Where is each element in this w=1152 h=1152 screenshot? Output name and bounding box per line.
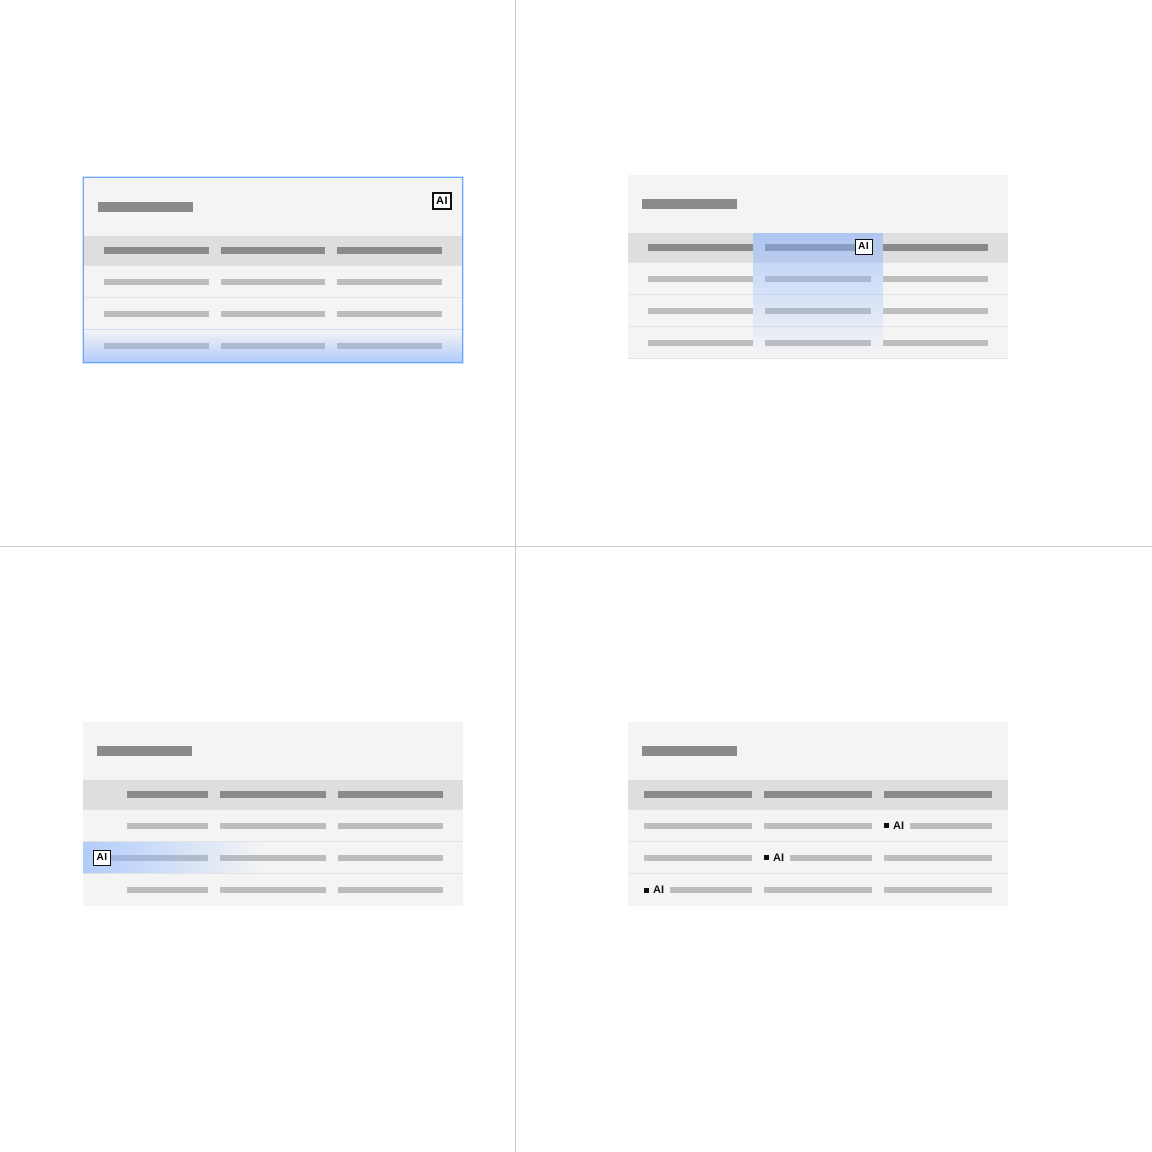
cell-placeholder bbox=[648, 276, 753, 282]
cell-placeholder bbox=[764, 823, 872, 829]
column-header-placeholder bbox=[648, 244, 753, 251]
column-headers-row: AI bbox=[628, 233, 1008, 263]
cell-placeholder bbox=[221, 279, 326, 285]
column-header-placeholder bbox=[644, 791, 752, 798]
table-row[interactable] bbox=[84, 266, 462, 298]
table-row[interactable]: AI bbox=[83, 842, 463, 874]
ai-badge-label: AI bbox=[97, 853, 108, 863]
cell-placeholder bbox=[765, 308, 870, 314]
variant-cell-ai-markers: AI AI AI bbox=[628, 722, 1008, 906]
table-title-placeholder bbox=[642, 199, 737, 209]
cell-placeholder bbox=[127, 823, 208, 829]
column-header-placeholder bbox=[127, 791, 208, 798]
cell-placeholder bbox=[883, 340, 988, 346]
cell-placeholder bbox=[910, 823, 992, 829]
bullet-icon bbox=[884, 823, 889, 828]
ai-badge-icon[interactable]: AI bbox=[855, 239, 873, 255]
cell-placeholder bbox=[765, 276, 870, 282]
ai-inline-label: AI bbox=[773, 852, 784, 864]
table-header bbox=[628, 175, 1008, 233]
cell-placeholder bbox=[883, 308, 988, 314]
cell-placeholder bbox=[104, 343, 209, 349]
ai-badge-label: AI bbox=[436, 196, 448, 207]
column-headers-row bbox=[83, 780, 463, 810]
table-title-placeholder bbox=[642, 746, 737, 756]
variant-table-selected: AI bbox=[83, 177, 463, 363]
table-row[interactable] bbox=[83, 810, 463, 842]
data-table[interactable]: AI bbox=[83, 177, 463, 363]
table-row[interactable]: AI bbox=[628, 874, 1008, 906]
table-header bbox=[628, 722, 1008, 780]
cell-placeholder bbox=[884, 887, 992, 893]
table-row[interactable] bbox=[628, 295, 1008, 327]
ai-cell-marker[interactable]: AI bbox=[884, 820, 904, 832]
cell-placeholder bbox=[104, 311, 209, 317]
column-header-placeholder bbox=[221, 247, 326, 254]
table-row[interactable] bbox=[83, 874, 463, 906]
data-table[interactable]: AI bbox=[628, 175, 1008, 359]
data-table[interactable]: AI bbox=[83, 722, 463, 906]
column-header-placeholder bbox=[884, 791, 992, 798]
ai-inline-label: AI bbox=[653, 884, 664, 896]
table-title-placeholder bbox=[98, 202, 193, 212]
cell-placeholder bbox=[103, 855, 208, 861]
cell-placeholder bbox=[670, 887, 752, 893]
cell-placeholder bbox=[104, 279, 209, 285]
table-header bbox=[83, 722, 463, 780]
table-header: AI bbox=[84, 178, 462, 236]
table-title-placeholder bbox=[97, 746, 192, 756]
table-row[interactable] bbox=[628, 327, 1008, 359]
table-row[interactable] bbox=[84, 330, 462, 362]
ai-cell-marker[interactable]: AI bbox=[644, 884, 664, 896]
cell-placeholder bbox=[338, 855, 443, 861]
grid-divider-vertical bbox=[515, 0, 516, 1152]
ai-badge-label: AI bbox=[858, 242, 869, 252]
column-header-placeholder bbox=[883, 244, 988, 251]
table-row[interactable] bbox=[84, 298, 462, 330]
cell-placeholder bbox=[338, 823, 443, 829]
grid-divider-horizontal bbox=[0, 546, 1152, 547]
column-header-placeholder bbox=[338, 791, 443, 798]
cell-placeholder bbox=[337, 279, 442, 285]
cell-placeholder bbox=[338, 887, 443, 893]
cell-placeholder bbox=[221, 311, 326, 317]
data-table[interactable]: AI AI AI bbox=[628, 722, 1008, 906]
column-header-placeholder bbox=[337, 247, 442, 254]
cell-placeholder bbox=[220, 855, 325, 861]
cell-placeholder bbox=[220, 887, 325, 893]
cell-placeholder bbox=[220, 823, 325, 829]
cell-placeholder bbox=[644, 855, 752, 861]
ai-badge-icon[interactable]: AI bbox=[432, 192, 452, 210]
cell-placeholder bbox=[644, 823, 752, 829]
ai-inline-label: AI bbox=[893, 820, 904, 832]
ai-badge-icon[interactable]: AI bbox=[93, 850, 111, 866]
column-header-placeholder bbox=[104, 247, 209, 254]
table-row[interactable]: AI bbox=[628, 810, 1008, 842]
table-row[interactable]: AI bbox=[628, 842, 1008, 874]
cell-placeholder bbox=[884, 855, 992, 861]
cell-placeholder bbox=[883, 276, 988, 282]
table-row[interactable] bbox=[628, 263, 1008, 295]
ai-cell-marker[interactable]: AI bbox=[764, 852, 784, 864]
column-headers-row bbox=[628, 780, 1008, 810]
cell-placeholder bbox=[337, 311, 442, 317]
cell-placeholder bbox=[765, 340, 870, 346]
cell-placeholder bbox=[790, 855, 872, 861]
bullet-icon bbox=[644, 888, 649, 893]
column-header-placeholder bbox=[220, 791, 325, 798]
cell-placeholder bbox=[764, 887, 872, 893]
cell-placeholder bbox=[127, 887, 208, 893]
cell-placeholder bbox=[648, 340, 753, 346]
cell-placeholder bbox=[337, 343, 442, 349]
column-header-placeholder bbox=[764, 791, 872, 798]
cell-placeholder bbox=[221, 343, 326, 349]
variant-row-selected: AI bbox=[83, 722, 463, 906]
cell-placeholder bbox=[648, 308, 753, 314]
bullet-icon bbox=[764, 855, 769, 860]
variant-column-selected: AI bbox=[628, 175, 1008, 359]
column-headers-row bbox=[84, 236, 462, 266]
